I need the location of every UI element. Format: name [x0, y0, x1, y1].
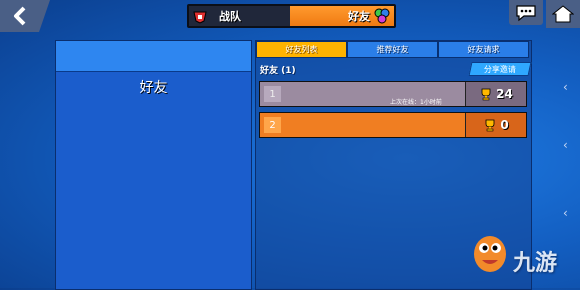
watermark-mascot-icon	[470, 228, 510, 274]
friend-rank: 1	[264, 86, 281, 102]
home-button[interactable]	[546, 0, 580, 28]
share-invite-button[interactable]: 分享邀请	[468, 62, 532, 76]
chevron-left-icon[interactable]: ‹	[563, 206, 568, 220]
chat-bubble-icon	[516, 4, 536, 21]
friends-count-heading: 好友 (1)	[260, 66, 296, 76]
side-panel-title: 好友	[139, 80, 168, 96]
friends-group-icon	[373, 7, 391, 25]
subtab-requests-label: 好友请求	[467, 45, 500, 54]
friend-trophies: 24	[465, 82, 526, 106]
subtab-friend-list[interactable]: 好友列表	[256, 41, 347, 58]
trophy-icon	[481, 88, 491, 100]
top-tab-bar: 战队 好友	[187, 4, 396, 28]
friend-trophies: 0	[465, 113, 526, 137]
subtab-friend-list-label: 好友列表	[285, 45, 318, 54]
friend-row[interactable]: 2 0	[259, 112, 527, 138]
chat-button[interactable]	[509, 0, 543, 25]
back-button[interactable]	[0, 0, 50, 32]
home-icon	[552, 5, 574, 23]
chevron-left-icon[interactable]: ‹	[563, 80, 568, 94]
squad-badge-icon	[193, 9, 207, 24]
subtab-recommended-label: 推荐好友	[376, 45, 409, 54]
trophy-count: 24	[496, 87, 513, 101]
chevron-left-icon	[14, 6, 26, 26]
friend-rank: 2	[264, 117, 281, 133]
trophy-icon	[485, 119, 495, 131]
watermark-text: 九游	[513, 251, 558, 276]
tab-friends[interactable]: 好友	[290, 6, 394, 26]
side-panel-header	[56, 41, 251, 72]
side-nav-strip: ‹ ‹ ‹	[555, 60, 580, 288]
friend-row[interactable]: 1 上次在线：1小时前 24	[259, 81, 527, 107]
tab-friends-label: 好友	[348, 10, 370, 23]
last-online-text: 上次在线：1小时前	[390, 99, 442, 106]
chevron-left-icon[interactable]: ‹	[563, 138, 568, 152]
friends-side-panel: 好友	[55, 40, 252, 290]
subtab-recommended[interactable]: 推荐好友	[347, 41, 438, 58]
trophy-count: 0	[500, 118, 509, 132]
share-invite-label: 分享邀请	[484, 64, 516, 74]
tab-squad-label: 战队	[219, 10, 241, 23]
tab-squad[interactable]: 战队	[189, 6, 290, 26]
subtab-requests[interactable]: 好友请求	[438, 41, 529, 58]
